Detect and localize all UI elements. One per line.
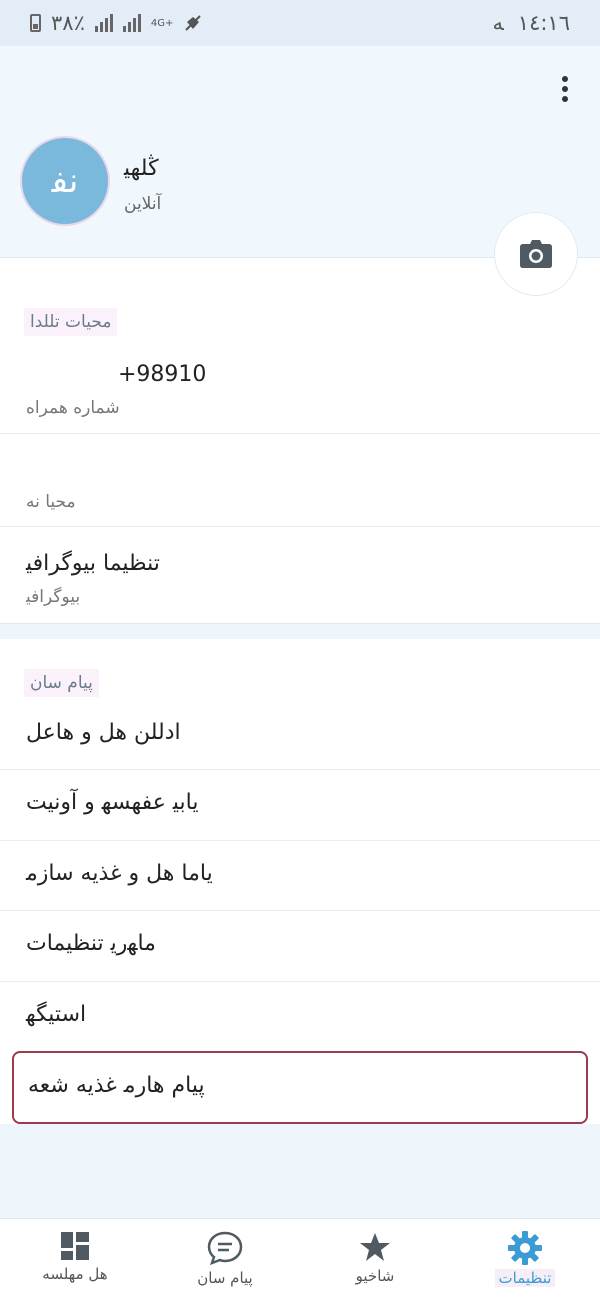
- phone-row[interactable]: +98910 ﺷﻤﺎﺭﻩ ﻫﻤﺮﺍﻩ: [0, 348, 600, 434]
- bio-row[interactable]: ﺗﻨﻈﻴﻤﺎ ﺑﻴﻮﮔﺮﺍﻓﻴ ﺑﻴﻮﮔﺮﺍﻓﻴ: [0, 527, 600, 623]
- set-photo-button[interactable]: [494, 212, 578, 296]
- settings-item-label: ﺍﺩﻟﻠﻦ ﻫﻞ ﻭ ﻫﺎﻋﻞ: [26, 720, 181, 745]
- more-options-icon[interactable]: [560, 76, 570, 102]
- signal-icon-2: [122, 14, 141, 32]
- avatar[interactable]: ﻧﻔ: [20, 136, 110, 226]
- divider: [0, 981, 600, 982]
- tab-favorites-label: ﺷﺎﺧﻴﻮ: [355, 1267, 395, 1285]
- settings-item-label: ﺍﺳﺘﻴﮕﻬ: [26, 1002, 87, 1027]
- status-bar: ٣٨٪ 4G+ ﻪ ١٤:١٦: [0, 0, 600, 46]
- account-section: ﻣﺤﻴﺎﺕ ﺗﻠﻠﺪﺍ +98910 ﺷﻤﺎﺭﻩ ﻫﻤﺮﺍﻩ ﻣﺤﻴﺎ ﻧﻪ ﺗ…: [0, 258, 600, 623]
- settings-item-4[interactable]: ﻣﺎﻬﺭﻳ ﺗﻨﻈﻴﻤﺎﺕ: [0, 913, 600, 983]
- settings-section-title: ﭘﻴﺎﻡ ﺳﺎﻥ: [24, 669, 99, 697]
- chat-bubble-icon: [207, 1231, 243, 1265]
- network-type: 4G+: [150, 17, 174, 29]
- account-section-title: ﻣﺤﻴﺎﺕ ﺗﻠﻠﺪﺍ: [24, 308, 118, 336]
- camera-icon: [520, 240, 552, 268]
- wifi-off-icon: [185, 15, 202, 31]
- profile-name: ﯕﻠﻬﻴ: [124, 156, 159, 181]
- tab-dashboard[interactable]: ﻫﻞ ﻣﻬﻠﺴﻪ: [0, 1219, 150, 1300]
- tab-settings[interactable]: ﺗﻨﻈﻴﻤﺎﺕ: [450, 1219, 600, 1300]
- settings-item-3[interactable]: ﻳﺎﻣﺎ ﻫﻞ ﻭ ﻏﺬﻳﻪ ﺳﺎﺯﻣ: [0, 843, 600, 913]
- settings-item-2[interactable]: ﻳﺎﺑﻴ ﻋﻔﻬﺴﻬ ﻭ ﺁﻭﻧﻴﺖ: [0, 772, 600, 842]
- battery-icon: [30, 14, 41, 32]
- status-right: ﻪ ١٤:١٦: [493, 11, 570, 35]
- divider: [0, 840, 600, 841]
- divider: [0, 769, 600, 770]
- tab-chats[interactable]: ﭘﻴﺎﻡ ﺳﺎﻥ: [150, 1219, 300, 1300]
- tab-favorites[interactable]: ﺷﺎﺧﻴﻮ: [300, 1219, 450, 1300]
- avatar-initials: ﻧﻔ: [51, 161, 79, 201]
- tab-chats-label: ﭘﻴﺎﻡ ﺳﺎﻥ: [197, 1269, 253, 1287]
- status-suffix: ﻪ: [492, 11, 504, 35]
- username-hint: ﻣﺤﻴﺎ ﻧﻪ: [26, 492, 76, 512]
- settings-item-1[interactable]: ﺍﺩﻟﻠﻦ ﻫﻞ ﻭ ﻫﺎﻋﻞ: [0, 702, 600, 772]
- divider: [0, 910, 600, 911]
- empty-space: [0, 1124, 600, 1218]
- bio-hint: ﺑﻴﻮﮔﺮﺍﻓﻴ: [26, 587, 81, 607]
- bio-value: ﺗﻨﻈﻴﻤﺎ ﺑﻴﻮﮔﺮﺍﻓﻴ: [26, 551, 160, 576]
- status-time: ١٤:١٦: [517, 11, 570, 35]
- bottom-nav: ﻫﻞ ﻣﻬﻠﺴﻪ ﭘﻴﺎﻡ ﺳﺎﻥ ﺷﺎﺧﻴﻮ ﺗﻨﻈﻴﻤﺎﺕ: [0, 1218, 600, 1300]
- phone-number: +98910: [118, 362, 207, 387]
- status-left: ٣٨٪ 4G+: [30, 11, 203, 35]
- phone-hint: ﺷﻤﺎﺭﻩ ﻫﻤﺮﺍﻩ: [26, 398, 120, 418]
- battery-percent: ٣٨٪: [51, 11, 85, 35]
- settings-item-label: ﻳﺎﺑﻴ ﻋﻔﻬﺴﻬ ﻭ ﺁﻭﻧﻴﺖ: [26, 790, 199, 815]
- tab-settings-label: ﺗﻨﻈﻴﻤﺎﺕ: [494, 1269, 556, 1287]
- settings-item-label: ﻣﺎﻬﺭﻳ ﺗﻨﻈﻴﻤﺎﺕ: [26, 931, 156, 956]
- star-icon: [360, 1233, 390, 1261]
- gear-icon: [508, 1231, 542, 1265]
- profile-status: ﺁﻧﻼﻳﻦ: [124, 194, 162, 214]
- settings-item-label: ﻳﺎﻣﺎ ﻫﻞ ﻭ ﻏﺬﻳﻪ ﺳﺎﺯﻣ: [26, 861, 213, 886]
- username-row[interactable]: ﻣﺤﻴﺎ ﻧﻪ: [0, 434, 600, 526]
- tab-dashboard-label: ﻫﻞ ﻣﻬﻠﺴﻪ: [42, 1265, 108, 1283]
- dashboard-icon: [61, 1232, 89, 1260]
- settings-item-label: ﭘﻴﺎﻡ ﻫﺎﺭﻣ ﻏﺬﻳﻪ ﺷﻌﻪ: [28, 1073, 205, 1098]
- signal-icon: [94, 14, 113, 32]
- section-divider: [0, 623, 600, 639]
- settings-item-5[interactable]: ﺍﺳﺘﻴﮕﻬ: [0, 984, 600, 1054]
- settings-item-6[interactable]: ﭘﻴﺎﻡ ﻫﺎﺭﻣ ﻏﺬﻳﻪ ﺷﻌﻪ: [12, 1051, 588, 1124]
